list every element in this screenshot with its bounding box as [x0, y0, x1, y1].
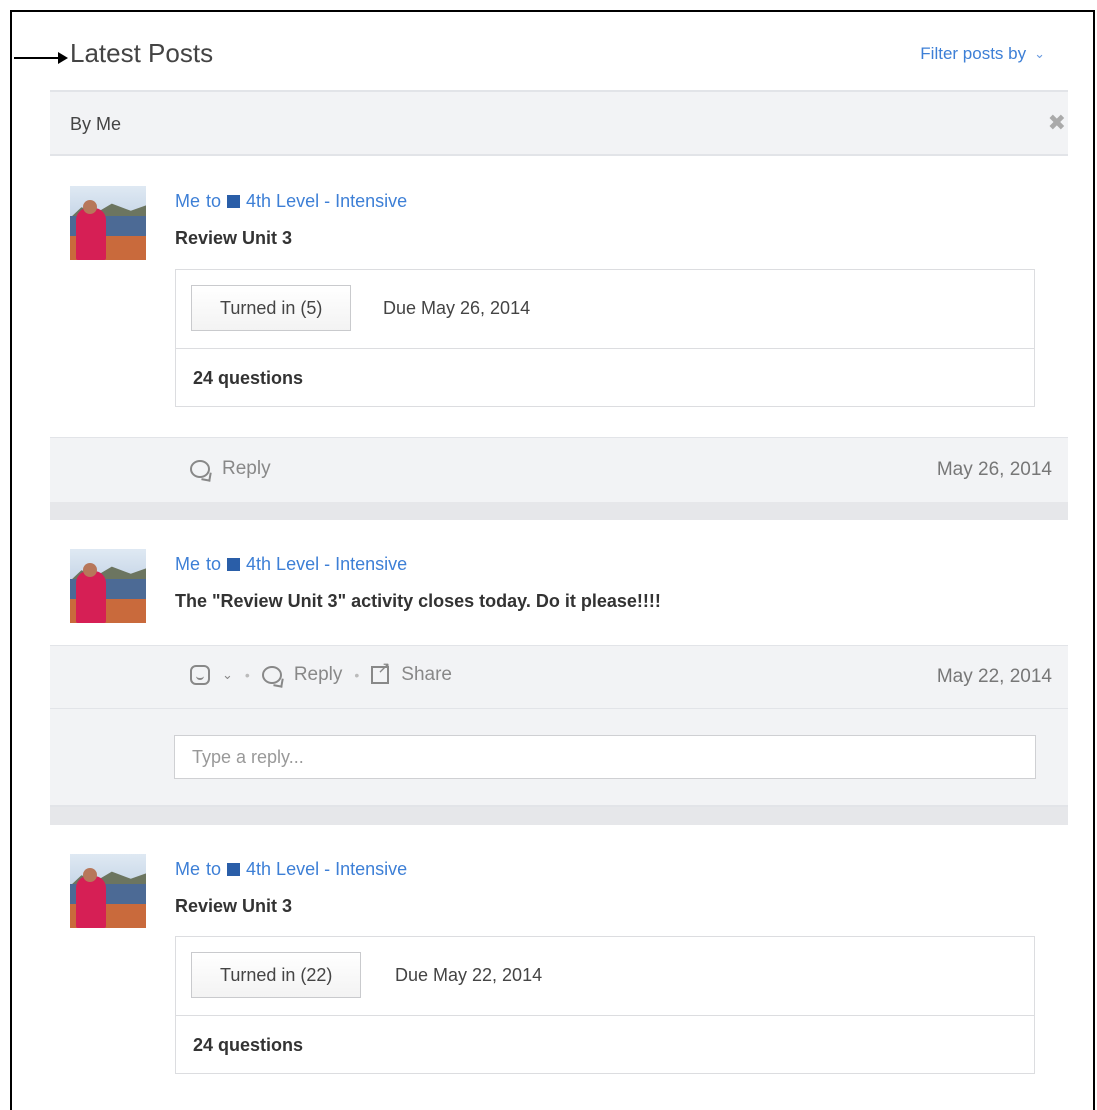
post-message: The "Review Unit 3" activity closes toda…: [175, 591, 661, 611]
group-link[interactable]: 4th Level - Intensive: [246, 554, 407, 575]
post-date: May 22, 2014: [936, 666, 1052, 687]
chevron-down-icon[interactable]: ⌄: [222, 667, 233, 683]
turned-in-button[interactable]: Turned in (22): [191, 952, 362, 998]
author-link[interactable]: Me: [175, 554, 200, 575]
avatar[interactable]: [70, 549, 146, 623]
question-count: 24 questions: [193, 368, 304, 388]
group-square-icon: [227, 558, 241, 571]
turned-in-button[interactable]: Turned in (5): [191, 285, 352, 331]
reply-input[interactable]: [174, 735, 1036, 779]
due-date: Due May 22, 2014: [395, 965, 543, 985]
author-link[interactable]: Me: [175, 191, 200, 212]
post-title[interactable]: Review Unit 3: [175, 228, 292, 249]
comment-icon[interactable]: [261, 666, 282, 684]
separator-dot: •: [244, 667, 250, 683]
separator-dot: •: [354, 667, 360, 683]
reply-area: [50, 709, 1068, 807]
share-icon[interactable]: [371, 658, 391, 684]
reaction-icon[interactable]: [190, 665, 210, 685]
group-square-icon: [227, 863, 241, 876]
avatar[interactable]: [70, 854, 146, 928]
reply-button[interactable]: Reply: [190, 458, 271, 480]
author-link[interactable]: Me: [175, 859, 200, 880]
post-meta: Me to 4th Level - Intensive: [175, 554, 407, 575]
assignment-card: Turned in (5) Due May 26, 2014 24 questi…: [175, 269, 1035, 407]
chevron-down-icon: ⌄: [1034, 46, 1045, 61]
post-meta: Me to 4th Level - Intensive: [175, 859, 407, 880]
filter-posts-dropdown[interactable]: Filter posts by ⌄: [920, 44, 1045, 64]
share-button[interactable]: Share: [401, 664, 452, 686]
assignment-card: Turned in (22) Due May 22, 2014 24 quest…: [175, 936, 1035, 1074]
active-filter-bar: By Me ✖: [50, 90, 1068, 156]
to-label: to: [206, 859, 222, 879]
to-label: to: [206, 191, 222, 211]
post-title[interactable]: Review Unit 3: [175, 896, 292, 917]
due-date: Due May 26, 2014: [383, 298, 531, 318]
comment-icon: [190, 460, 210, 478]
avatar[interactable]: [70, 186, 146, 260]
reply-button[interactable]: Reply: [294, 664, 343, 686]
post-separator: [50, 502, 1068, 520]
group-square-icon: [227, 195, 241, 208]
reply-label: Reply: [222, 458, 271, 479]
post-separator: [50, 807, 1068, 825]
assignment-card-header: Turned in (5) Due May 26, 2014: [176, 270, 1034, 349]
post-date: May 26, 2014: [936, 459, 1052, 480]
assignment-card-header: Turned in (22) Due May 22, 2014: [176, 937, 1034, 1016]
group-link[interactable]: 4th Level - Intensive: [246, 191, 407, 212]
pointer-arrow: [14, 57, 64, 59]
group-link[interactable]: 4th Level - Intensive: [246, 859, 407, 880]
to-label: to: [206, 554, 222, 574]
close-icon[interactable]: ✖: [1048, 110, 1066, 136]
post-meta: Me to 4th Level - Intensive: [175, 191, 407, 212]
post-actions-bar: ⌄ • Reply • Share May 22, 2014: [50, 645, 1068, 709]
pointer-arrow-head: [58, 52, 68, 64]
question-count: 24 questions: [193, 1035, 304, 1055]
active-filter-label: By Me: [70, 114, 122, 134]
filter-label: Filter posts by: [920, 44, 1027, 63]
page-title: Latest Posts: [70, 38, 214, 68]
